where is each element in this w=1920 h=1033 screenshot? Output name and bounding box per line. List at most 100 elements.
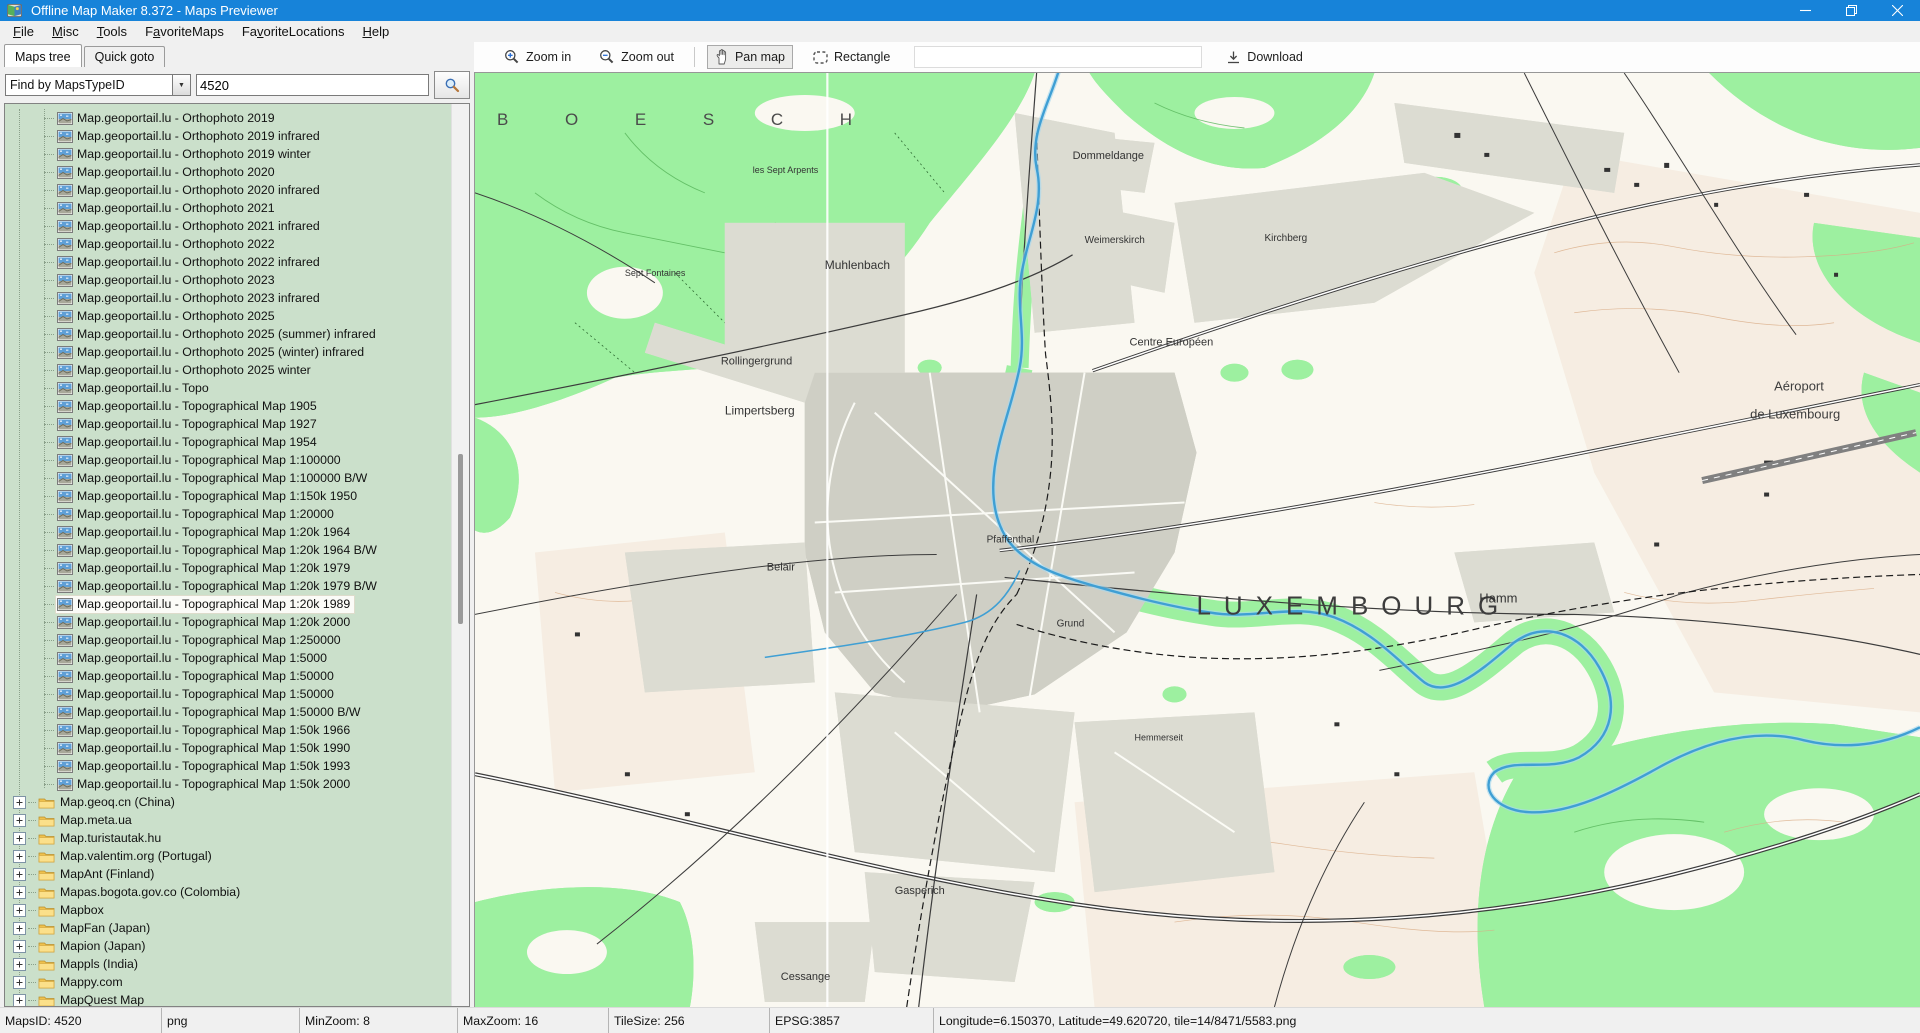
- tree-item[interactable]: Map.geoportail.lu - Orthophoto 2021: [5, 199, 452, 217]
- tree-item-label: Map.geoportail.lu - Orthophoto 2019: [77, 111, 275, 125]
- tree-item[interactable]: Map.geoportail.lu - Orthophoto 2021 infr…: [5, 217, 452, 235]
- pan-map-button[interactable]: Pan map: [707, 45, 793, 69]
- tree-item-label: Map.geoportail.lu - Orthophoto 2021: [77, 201, 275, 215]
- map-layer-icon: [57, 418, 73, 431]
- search-button[interactable]: [434, 71, 470, 99]
- tree-item[interactable]: Map.geoportail.lu - Topographical Map 1:…: [5, 559, 452, 577]
- pan-map-label: Pan map: [735, 50, 785, 64]
- tree-item[interactable]: Map.geoportail.lu - Topographical Map 1:…: [5, 487, 452, 505]
- tree-folder[interactable]: Map.meta.ua: [5, 811, 452, 829]
- menu-file[interactable]: File: [4, 22, 43, 41]
- tree-item[interactable]: Map.geoportail.lu - Orthophoto 2025: [5, 307, 452, 325]
- tree-item-label: Map.geoportail.lu - Topographical Map 1:…: [77, 615, 350, 629]
- map-layer-icon: [57, 292, 73, 305]
- tree-item[interactable]: Map.geoportail.lu - Topographical Map 1:…: [5, 703, 452, 721]
- tree-item-label: Map.geoportail.lu - Orthophoto 2023 infr…: [77, 291, 320, 305]
- expand-icon[interactable]: [13, 904, 26, 917]
- toolbar-text-field[interactable]: [914, 46, 1202, 68]
- expand-icon[interactable]: [13, 868, 26, 881]
- tree-folder[interactable]: MapQuest Map: [5, 991, 452, 1006]
- tree-item[interactable]: Map.geoportail.lu - Topographical Map 1:…: [5, 613, 452, 631]
- expand-icon[interactable]: [13, 994, 26, 1007]
- menu-favoritelocations[interactable]: FavoriteLocations: [233, 22, 354, 41]
- download-button[interactable]: Download: [1218, 46, 1311, 69]
- tree-item[interactable]: Map.geoportail.lu - Orthophoto 2023: [5, 271, 452, 289]
- expand-icon[interactable]: [13, 922, 26, 935]
- tab-quick-goto[interactable]: Quick goto: [84, 46, 166, 67]
- close-button[interactable]: [1874, 0, 1920, 21]
- tree-item[interactable]: Map.geoportail.lu - Topographical Map 19…: [5, 433, 452, 451]
- tab-maps-tree[interactable]: Maps tree: [4, 44, 82, 67]
- tree-item[interactable]: Map.geoportail.lu - Topo: [5, 379, 452, 397]
- expand-icon[interactable]: [13, 832, 26, 845]
- restore-button[interactable]: [1828, 0, 1874, 21]
- tree-item[interactable]: Map.geoportail.lu - Topographical Map 1:…: [5, 541, 452, 559]
- tree-item[interactable]: Map.geoportail.lu - Topographical Map 1:…: [5, 631, 452, 649]
- expand-icon[interactable]: [13, 886, 26, 899]
- menu-tools[interactable]: Tools: [88, 22, 136, 41]
- expand-icon[interactable]: [13, 850, 26, 863]
- expand-icon[interactable]: [13, 940, 26, 953]
- tree-item[interactable]: Map.geoportail.lu - Topographical Map 1:…: [5, 685, 452, 703]
- tree-connector: [44, 550, 54, 551]
- menu-favoritemaps[interactable]: FavoriteMaps: [136, 22, 233, 41]
- expand-icon[interactable]: [13, 976, 26, 989]
- tree-folder[interactable]: Mappls (India): [5, 955, 452, 973]
- tree-folder[interactable]: MapAnt (Finland): [5, 865, 452, 883]
- tree-item[interactable]: Map.geoportail.lu - Topographical Map 1:…: [5, 721, 452, 739]
- tree-item[interactable]: Map.geoportail.lu - Topographical Map 1:…: [5, 451, 452, 469]
- tree-folder[interactable]: Mapas.bogota.gov.co (Colombia): [5, 883, 452, 901]
- tree-item[interactable]: Map.geoportail.lu - Orthophoto 2025 (win…: [5, 343, 452, 361]
- tree-item-label: Map.geoportail.lu - Topographical Map 19…: [77, 399, 317, 413]
- tree-item[interactable]: Map.geoportail.lu - Topographical Map 19…: [5, 415, 452, 433]
- tree-item[interactable]: Map.geoportail.lu - Topographical Map 1:…: [5, 577, 452, 595]
- expand-icon[interactable]: [13, 796, 26, 809]
- tree-item[interactable]: Map.geoportail.lu - Orthophoto 2025 wint…: [5, 361, 452, 379]
- tree-item[interactable]: Map.geoportail.lu - Topographical Map 1:…: [5, 649, 452, 667]
- tree-scrollbar-thumb[interactable]: [458, 454, 463, 624]
- chevron-down-icon[interactable]: ▼: [172, 75, 190, 95]
- tree-item[interactable]: Map.geoportail.lu - Topographical Map 19…: [5, 397, 452, 415]
- minimize-button[interactable]: [1782, 0, 1828, 21]
- tree-item[interactable]: Map.geoportail.lu - Topographical Map 1:…: [5, 505, 452, 523]
- tree-item[interactable]: Map.geoportail.lu - Orthophoto 2020: [5, 163, 452, 181]
- tree-item[interactable]: Map.geoportail.lu - Topographical Map 1:…: [5, 667, 452, 685]
- tree-folder[interactable]: Map.geoq.cn (China): [5, 793, 452, 811]
- tree-item[interactable]: Map.geoportail.lu - Orthophoto 2019 wint…: [5, 145, 452, 163]
- tree-folder-label: MapAnt (Finland): [60, 867, 154, 881]
- menu-help[interactable]: Help: [353, 22, 398, 41]
- tree-item[interactable]: Map.geoportail.lu - Orthophoto 2025 (sum…: [5, 325, 452, 343]
- tree-item[interactable]: Map.geoportail.lu - Topographical Map 1:…: [5, 523, 452, 541]
- tree-item[interactable]: Map.geoportail.lu - Orthophoto 2019: [5, 109, 452, 127]
- tree-item[interactable]: Map.geoportail.lu - Topographical Map 1:…: [5, 595, 452, 613]
- tree-item[interactable]: Map.geoportail.lu - Orthophoto 2020 infr…: [5, 181, 452, 199]
- tree-item[interactable]: Map.geoportail.lu - Topographical Map 1:…: [5, 739, 452, 757]
- tree-item[interactable]: Map.geoportail.lu - Orthophoto 2022: [5, 235, 452, 253]
- expand-icon[interactable]: [13, 958, 26, 971]
- menu-misc[interactable]: Misc: [43, 22, 88, 41]
- map-label: Sept Fontaines: [625, 268, 686, 278]
- zoom-in-button[interactable]: Zoom in: [496, 45, 579, 69]
- map-canvas[interactable]: B O E S C Hles Sept ArpentsDommeldangeWe…: [475, 73, 1920, 1007]
- expand-icon[interactable]: [13, 814, 26, 827]
- zoom-out-button[interactable]: Zoom out: [591, 45, 682, 69]
- tree-item[interactable]: Map.geoportail.lu - Topographical Map 1:…: [5, 469, 452, 487]
- rectangle-button[interactable]: Rectangle: [805, 46, 898, 68]
- tree-item[interactable]: Map.geoportail.lu - Orthophoto 2019 infr…: [5, 127, 452, 145]
- tree-folder[interactable]: Mapion (Japan): [5, 937, 452, 955]
- tree-item[interactable]: Map.geoportail.lu - Topographical Map 1:…: [5, 775, 452, 793]
- find-by-dropdown[interactable]: Find by MapsTypeID ▼: [5, 74, 191, 96]
- status-field: MinZoom: 8: [300, 1008, 458, 1033]
- tree-folder[interactable]: Map.turistautak.hu: [5, 829, 452, 847]
- tree-folder[interactable]: Mapbox: [5, 901, 452, 919]
- tree-folder[interactable]: MapFan (Japan): [5, 919, 452, 937]
- maps-tree-list: Map.geoportail.lu - Orthophoto 2019 Map.g…: [5, 104, 452, 1006]
- tree-folder[interactable]: Map.valentim.org (Portugal): [5, 847, 452, 865]
- tree-folder[interactable]: Mappy.com: [5, 973, 452, 991]
- tree-item[interactable]: Map.geoportail.lu - Orthophoto 2023 infr…: [5, 289, 452, 307]
- tree-item[interactable]: Map.geoportail.lu - Topographical Map 1:…: [5, 757, 452, 775]
- tree-scrollbar[interactable]: [451, 104, 469, 1006]
- search-input[interactable]: [196, 74, 429, 96]
- tree-item[interactable]: Map.geoportail.lu - Orthophoto 2022 infr…: [5, 253, 452, 271]
- map-preview[interactable]: B O E S C Hles Sept ArpentsDommeldangeWe…: [474, 72, 1920, 1007]
